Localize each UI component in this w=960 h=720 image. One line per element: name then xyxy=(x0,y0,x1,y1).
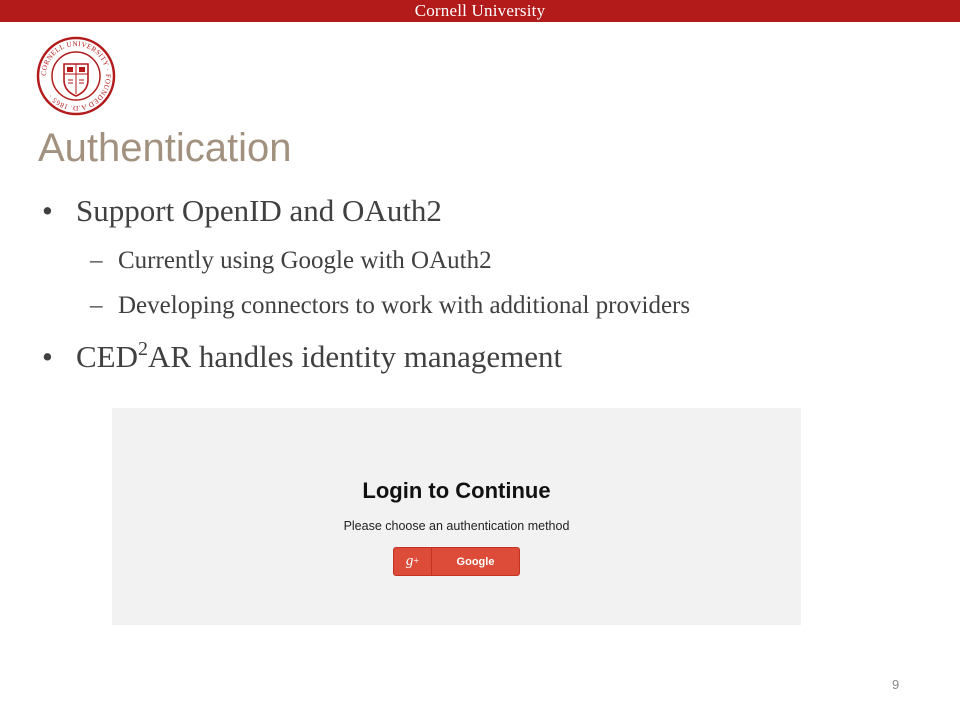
university-name: Cornell University xyxy=(414,1,546,20)
bullet-text-prefix: CED xyxy=(76,339,138,374)
sub-bullet-connectors: – Developing connectors to work with addi… xyxy=(90,292,690,320)
google-plus-g: g xyxy=(405,553,414,569)
bullet-text-suffix: AR handles identity management xyxy=(148,339,563,374)
login-subheading: Please choose an authentication method xyxy=(343,519,570,533)
superscript-two: 2 xyxy=(138,338,148,360)
bullet-dot: • xyxy=(42,339,53,374)
sub-bullet-dash: – xyxy=(90,247,103,274)
bullet-openid-oauth: • Support OpenID and OAuth2 xyxy=(42,193,442,229)
google-plus-sign: + xyxy=(413,556,420,567)
google-plus-icon: g + xyxy=(394,548,432,575)
google-login-button[interactable]: g + Google xyxy=(393,547,520,576)
sub-bullet-text: Currently using Google with OAuth2 xyxy=(118,247,492,274)
bullet-dot: • xyxy=(42,193,53,228)
bullet-identity-management: • CED2AR handles identity management xyxy=(42,339,562,375)
login-screenshot: Login to Continue Please choose an authe… xyxy=(112,408,801,625)
bullet-text: Support OpenID and OAuth2 xyxy=(76,193,442,228)
google-button-label: Google xyxy=(456,555,495,568)
sub-bullet-text: Developing connectors to work with addit… xyxy=(118,292,691,319)
header-bar: Cornell University xyxy=(0,0,960,22)
page-number: 9 xyxy=(892,677,900,692)
sub-bullet-google: – Currently using Google with OAuth2 xyxy=(90,247,492,275)
cornell-seal-icon: CORNELL UNIVERSITY · FOUNDED A.D. 1865 · xyxy=(36,36,116,116)
slide-title: Authentication xyxy=(38,126,292,170)
login-heading: Login to Continue xyxy=(362,478,551,503)
sub-bullet-dash: – xyxy=(90,292,103,319)
